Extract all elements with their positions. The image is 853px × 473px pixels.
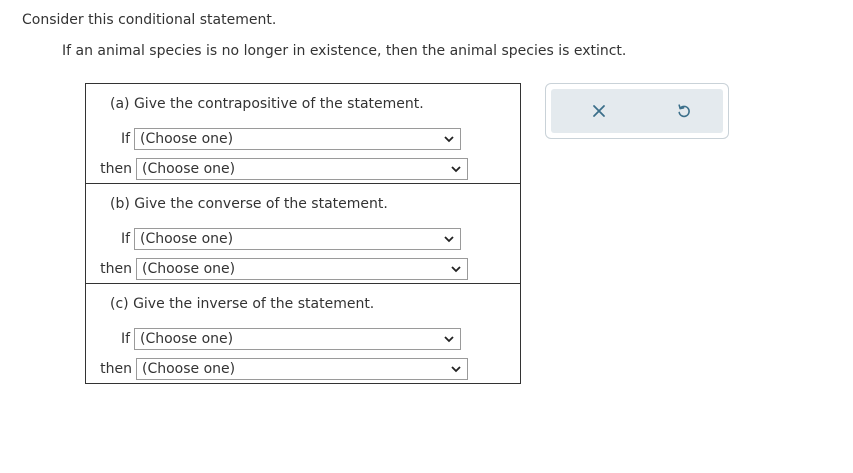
then-label: then: [100, 261, 132, 277]
part-b-title: (b) Give the converse of the statement.: [110, 196, 388, 212]
then-label: then: [100, 361, 132, 377]
clear-button[interactable]: [586, 98, 612, 124]
part-c-if-row: If (Choose one): [86, 328, 461, 350]
close-icon: [593, 105, 605, 117]
part-a-if-row: If (Choose one): [86, 128, 461, 150]
part-a-title: (a) Give the contrapositive of the state…: [110, 96, 424, 112]
chevron-down-icon: [451, 366, 461, 373]
part-a-then-row: then (Choose one): [86, 158, 468, 180]
answer-tools-bar: [551, 89, 723, 133]
select-value: (Choose one): [142, 161, 236, 177]
part-b-then-select[interactable]: (Choose one): [136, 258, 468, 280]
if-label: If: [120, 231, 130, 247]
part-b: (b) Give the converse of the statement. …: [86, 184, 520, 284]
part-a-then-select[interactable]: (Choose one): [136, 158, 468, 180]
chevron-down-icon: [451, 266, 461, 273]
chevron-down-icon: [451, 166, 461, 173]
part-c-then-select[interactable]: (Choose one): [136, 358, 468, 380]
part-c: (c) Give the inverse of the statement. I…: [86, 284, 520, 383]
select-value: (Choose one): [140, 231, 234, 247]
part-c-if-select[interactable]: (Choose one): [134, 328, 461, 350]
part-b-if-row: If (Choose one): [86, 228, 461, 250]
part-b-then-row: then (Choose one): [86, 258, 468, 280]
part-c-then-row: then (Choose one): [86, 358, 468, 380]
page: Consider this conditional statement. If …: [0, 0, 853, 473]
answer-tools-panel: [545, 83, 729, 139]
chevron-down-icon: [444, 336, 454, 343]
select-value: (Choose one): [140, 131, 234, 147]
part-a-if-select[interactable]: (Choose one): [134, 128, 461, 150]
if-label: If: [120, 331, 130, 347]
conditional-statement: If an animal species is no longer in exi…: [62, 43, 627, 59]
select-value: (Choose one): [140, 331, 234, 347]
part-b-if-select[interactable]: (Choose one): [134, 228, 461, 250]
if-label: If: [120, 131, 130, 147]
chevron-down-icon: [444, 236, 454, 243]
question-parts: (a) Give the contrapositive of the state…: [85, 83, 521, 384]
select-value: (Choose one): [142, 261, 236, 277]
undo-icon: [678, 104, 690, 118]
chevron-down-icon: [444, 136, 454, 143]
then-label: then: [100, 161, 132, 177]
part-c-title: (c) Give the inverse of the statement.: [110, 296, 375, 312]
intro-text: Consider this conditional statement.: [22, 12, 277, 28]
part-a: (a) Give the contrapositive of the state…: [86, 84, 520, 184]
select-value: (Choose one): [142, 361, 236, 377]
undo-button[interactable]: [671, 98, 697, 124]
